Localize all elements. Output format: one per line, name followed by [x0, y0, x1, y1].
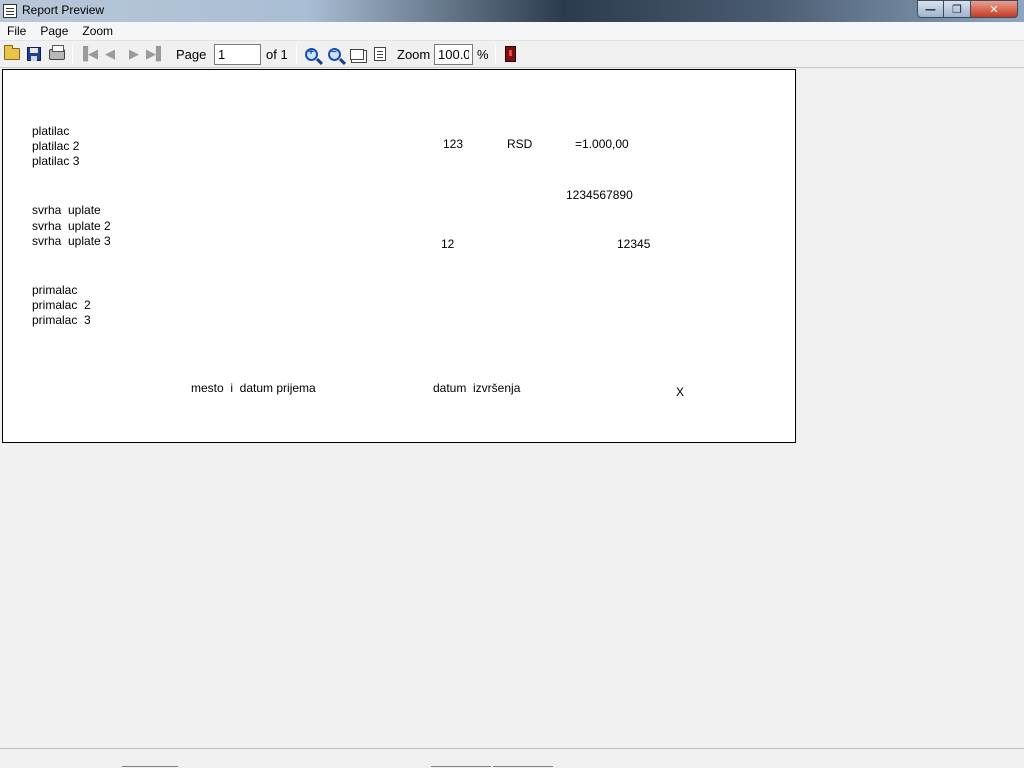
- percent-label: %: [477, 47, 489, 62]
- status-bar: [0, 748, 1024, 768]
- recipient-line-3: primalac 3: [32, 313, 91, 327]
- zoom-in-icon: +: [304, 47, 318, 61]
- first-page-icon: ▐◀: [78, 46, 98, 62]
- menu-zoom[interactable]: Zoom: [75, 24, 120, 38]
- model-number: 12: [441, 237, 455, 251]
- previous-page-button[interactable]: ◀: [100, 44, 120, 64]
- exit-button[interactable]: [500, 44, 520, 64]
- page-number-input[interactable]: [214, 44, 261, 65]
- menu-bar: File Page Zoom: [0, 22, 1024, 41]
- window-controls: — ❐ ✕: [917, 0, 1018, 18]
- printer-icon: [49, 44, 65, 60]
- purpose-line-1: svrha uplate: [32, 203, 101, 217]
- payment-code: 123: [443, 137, 464, 151]
- app-icon: [3, 4, 17, 18]
- previous-page-icon: ◀: [105, 46, 115, 62]
- whole-page-button[interactable]: [370, 44, 390, 64]
- page-count-label: of 1: [266, 47, 288, 62]
- exit-icon: [504, 46, 516, 62]
- last-page-icon: ▶▌: [146, 46, 166, 62]
- zoom-out-button[interactable]: −: [324, 44, 344, 64]
- first-page-button[interactable]: ▐◀: [78, 44, 98, 64]
- amount: =1.000,00: [575, 137, 629, 151]
- menu-page[interactable]: Page: [33, 24, 75, 38]
- window-title: Report Preview: [22, 3, 105, 17]
- zoom-input[interactable]: [434, 44, 473, 65]
- close-button[interactable]: ✕: [971, 0, 1018, 18]
- zoom-in-button[interactable]: +: [301, 44, 321, 64]
- preview-workspace[interactable]: platilac platilac 2 platilac 3 svrha upl…: [0, 68, 1024, 748]
- toolbar-separator: [72, 45, 73, 64]
- print-button[interactable]: [47, 44, 67, 64]
- save-icon: [27, 47, 41, 61]
- recipient-line-2: primalac 2: [32, 298, 91, 312]
- folder-open-icon: [4, 45, 20, 60]
- page-width-button[interactable]: [347, 44, 367, 64]
- recipient-line-1: primalac: [32, 283, 78, 297]
- title-bar: Report Preview — ❐ ✕: [0, 0, 1024, 22]
- zoom-out-icon: −: [327, 47, 341, 61]
- zoom-label: Zoom: [397, 47, 431, 62]
- page-width-icon: [350, 48, 364, 60]
- mark-x: X: [676, 385, 685, 399]
- open-button[interactable]: [2, 44, 22, 64]
- payer-line-3: platilac 3: [32, 154, 80, 168]
- place-date-label: mesto i datum prijema: [191, 381, 316, 395]
- report-page: platilac platilac 2 platilac 3 svrha upl…: [2, 69, 796, 443]
- next-page-icon: ▶: [129, 46, 139, 62]
- payer-line-2: platilac 2: [32, 139, 80, 153]
- toolbar-separator: [296, 45, 297, 64]
- reference-number: 12345: [617, 237, 651, 251]
- toolbar-separator: [495, 45, 496, 64]
- page-label: Page: [176, 47, 207, 62]
- next-page-button[interactable]: ▶: [124, 44, 144, 64]
- execution-date-label: datum izvršenja: [433, 381, 521, 395]
- payer-line-1: platilac: [32, 124, 70, 138]
- currency: RSD: [507, 137, 533, 151]
- purpose-line-2: svrha uplate 2: [32, 219, 111, 233]
- toolbar: ▐◀ ◀ ▶ ▶▌ Page of 1 + − Zoom %: [0, 41, 1024, 68]
- last-page-button[interactable]: ▶▌: [146, 44, 166, 64]
- account-number: 1234567890: [566, 188, 633, 202]
- whole-page-icon: [374, 47, 386, 61]
- purpose-line-3: svrha uplate 3: [32, 234, 111, 248]
- menu-file[interactable]: File: [0, 24, 33, 38]
- save-button[interactable]: [24, 44, 44, 64]
- maximize-button[interactable]: ❐: [944, 0, 971, 18]
- minimize-button[interactable]: —: [917, 0, 944, 18]
